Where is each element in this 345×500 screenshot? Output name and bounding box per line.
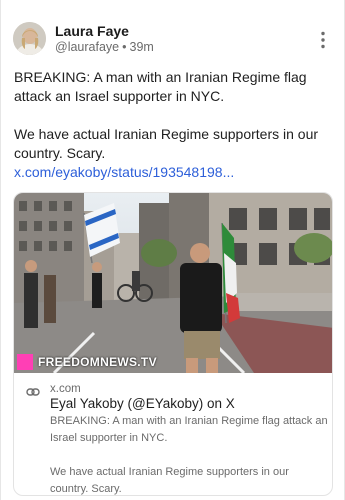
card-desc-paragraph: BREAKING: A man with an Iranian Regime f… [50,415,328,444]
card-description: BREAKING: A man with an Iranian Regime f… [50,413,328,495]
post-link[interactable]: x.com/eyakoby/status/193548198... [14,164,234,180]
meta-separator: • [122,40,127,54]
post-paragraph: BREAKING: A man with an Iranian Regime f… [14,69,307,104]
post-paragraph: We have actual Iranian Regime supporters… [14,126,319,161]
preview-image: FREEDOMNEWS.TV [14,193,332,375]
more-vertical-icon [321,31,325,49]
author-name[interactable]: Laura Faye [55,23,129,39]
watermark-square [17,354,33,370]
card-domain: x.com [50,383,81,395]
more-options-button[interactable] [313,30,333,50]
avatar[interactable] [13,22,46,55]
card-title[interactable]: Eyal Yakoby (@EYakoby) on X [50,396,235,411]
author-handle[interactable]: @laurafaye [55,40,119,54]
card-desc-paragraph: We have actual Iranian Regime supporters… [50,466,289,495]
watermark-text: FREEDOMNEWS.TV [38,355,157,369]
link-icon [26,385,40,399]
author-meta: @laurafaye • 39m [55,40,154,54]
post: Laura Faye @laurafaye • 39m BREAKING: A ma… [0,0,345,500]
post-time[interactable]: 39m [130,40,154,54]
link-preview-card[interactable]: FREEDOMNEWS.TV x.com Eyal Yakoby (@EYako… [13,192,333,496]
watermark: FREEDOMNEWS.TV [17,354,157,370]
